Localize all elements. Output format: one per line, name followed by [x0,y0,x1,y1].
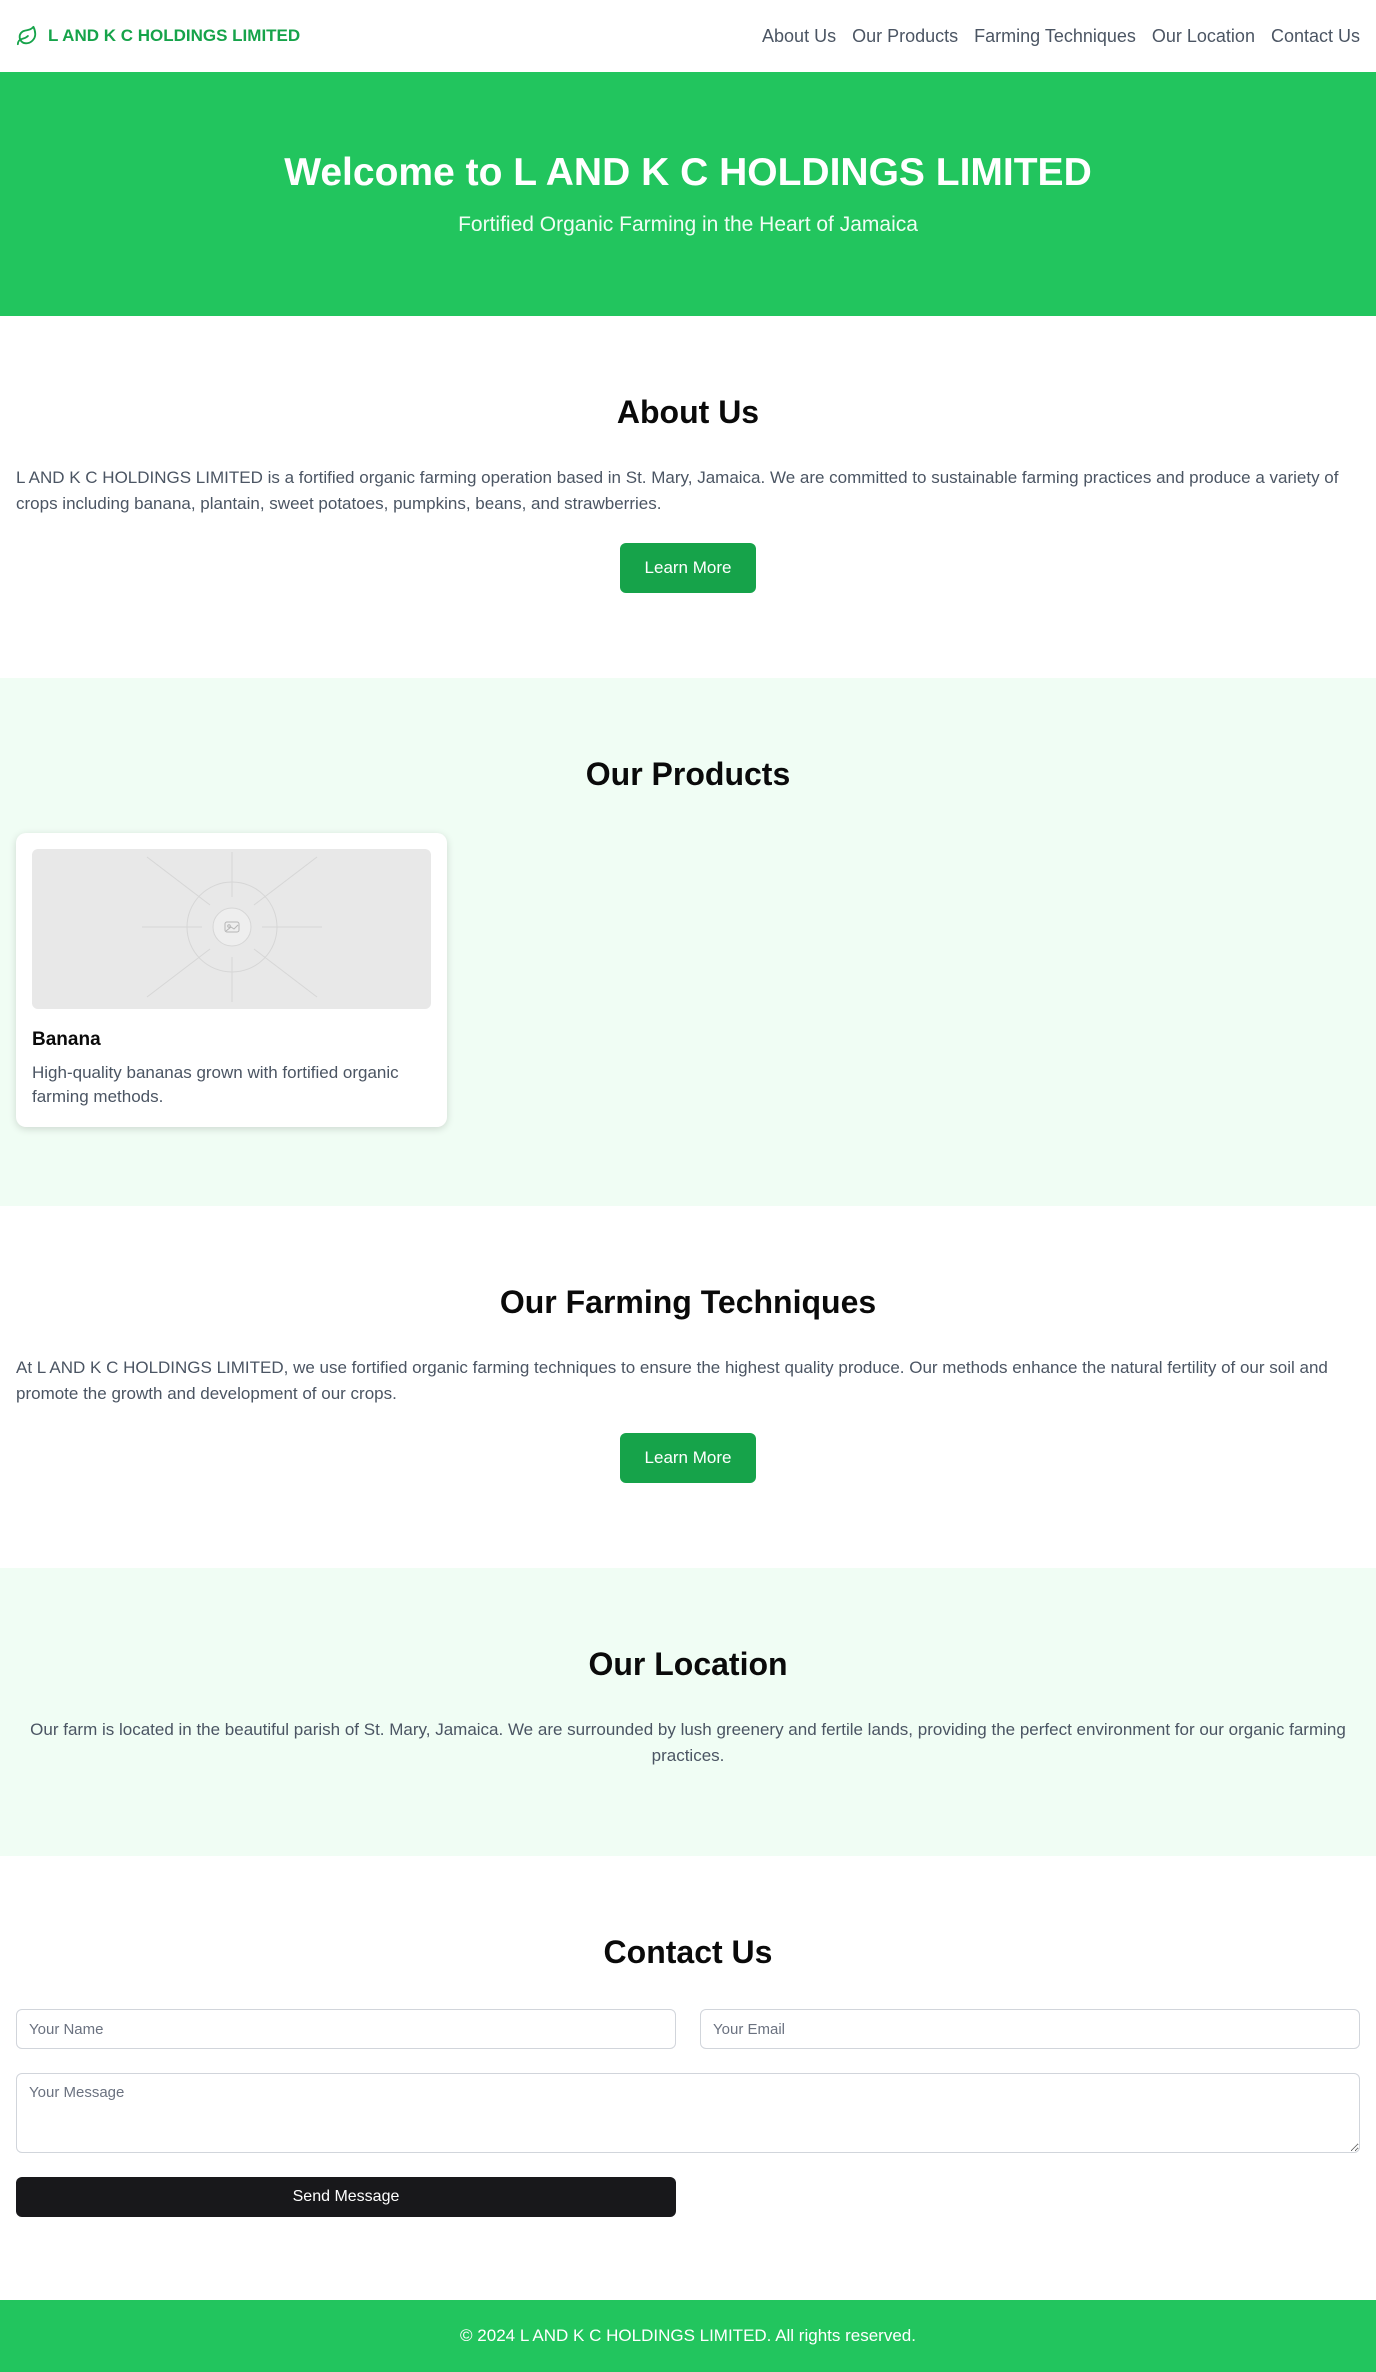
hero-section: Welcome to L AND K C HOLDINGS LIMITED Fo… [0,72,1376,316]
hero-subtitle: Fortified Organic Farming in the Heart o… [458,212,918,236]
product-image [32,849,431,1009]
email-input[interactable] [700,2009,1360,2049]
site-header: L AND K C HOLDINGS LIMITED About Us Our … [0,0,1376,72]
contact-row [16,2009,1360,2049]
image-placeholder-icon [141,851,322,1007]
techniques-learn-more-button[interactable]: Learn More [620,1433,756,1483]
product-description: High-quality bananas grown with fortifie… [32,1063,399,1106]
product-card-banana: Banana High-quality bananas grown with f… [16,833,447,1127]
about-section: About Us L AND K C HOLDINGS LIMITED is a… [0,316,1376,678]
nav-contact-us[interactable]: Contact Us [1271,26,1360,47]
about-title: About Us [616,394,760,430]
location-section: Our Location Our farm is located in the … [0,1568,1376,1856]
hero-title: Welcome to L AND K C HOLDINGS LIMITED [284,151,1092,194]
about-learn-more-button[interactable]: Learn More [620,543,756,593]
nav-about-us[interactable]: About Us [762,26,836,47]
name-input[interactable] [16,2009,676,2049]
nav-our-location[interactable]: Our Location [1152,26,1255,47]
location-title: Our Location [588,1646,788,1682]
footer-copyright: © 2024 L AND K C HOLDINGS LIMITED. All r… [460,2326,916,2345]
product-name: Banana [32,1029,101,1050]
site-footer: © 2024 L AND K C HOLDINGS LIMITED. All r… [0,2300,1376,2372]
about-text: L AND K C HOLDINGS LIMITED is a fortifie… [16,468,1339,513]
contact-title: Contact Us [603,1934,773,1970]
nav-farming-techniques[interactable]: Farming Techniques [974,26,1136,47]
message-textarea[interactable] [16,2073,1360,2153]
leaf-icon [16,25,38,47]
products-title: Our Products [585,756,791,792]
contact-form: Send Message [16,2009,1360,2217]
contact-section: Contact Us Send Message [0,1856,1376,2300]
techniques-text: At L AND K C HOLDINGS LIMITED, we use fo… [16,1358,1328,1403]
send-message-button[interactable]: Send Message [16,2177,676,2217]
main-nav: About Us Our Products Farming Techniques… [762,26,1360,47]
location-text: Our farm is located in the beautiful par… [30,1720,1346,1765]
page: L AND K C HOLDINGS LIMITED About Us Our … [0,0,1376,2372]
nav-our-products[interactable]: Our Products [852,26,958,47]
techniques-title: Our Farming Techniques [499,1284,877,1320]
products-section: Our Products Banana High-quality bananas… [0,678,1376,1206]
brand-name: L AND K C HOLDINGS LIMITED [48,26,301,45]
brand-link[interactable]: L AND K C HOLDINGS LIMITED [16,25,300,47]
techniques-section: Our Farming Techniques At L AND K C HOLD… [0,1206,1376,1568]
